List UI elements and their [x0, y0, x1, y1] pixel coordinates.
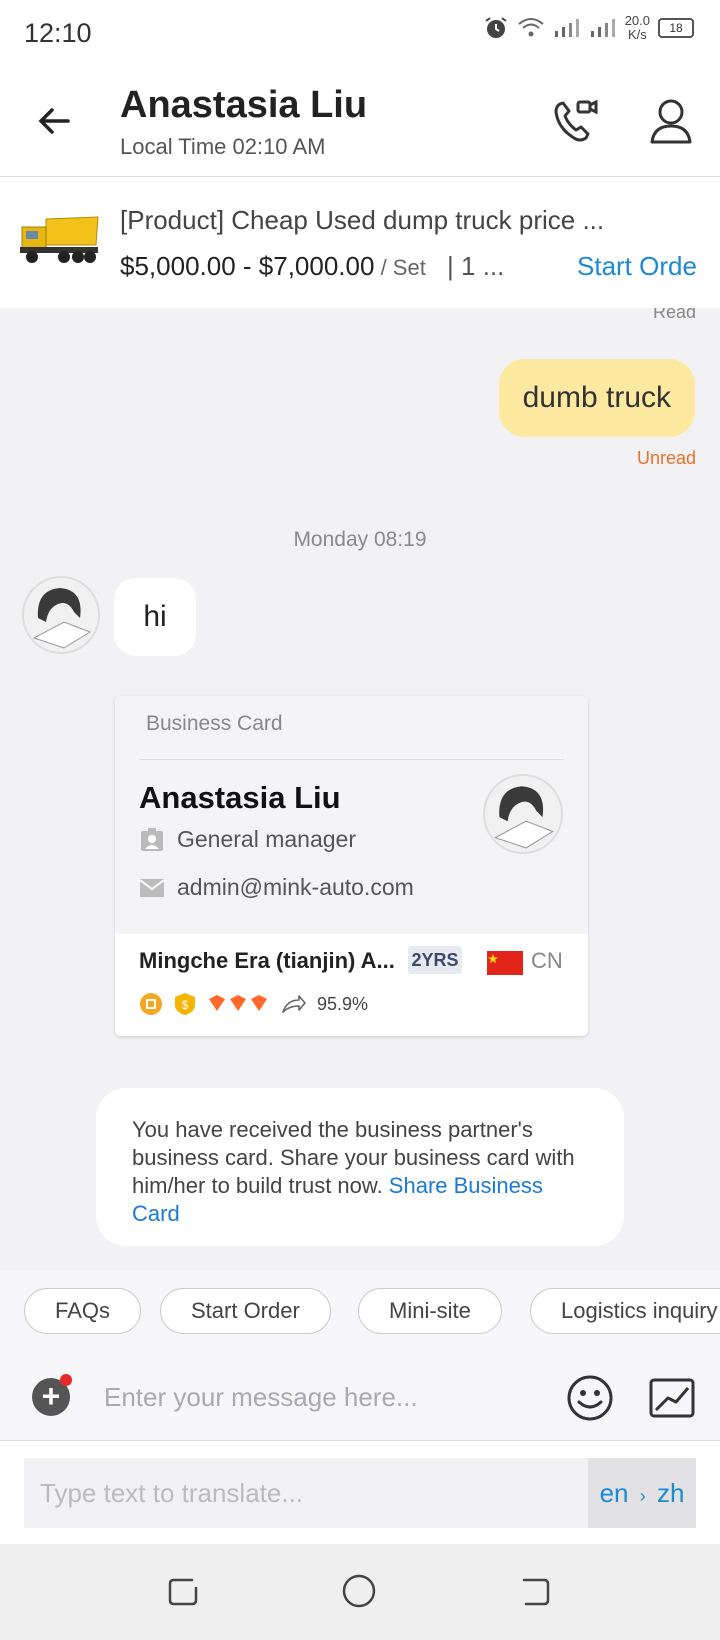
network-speed: 20.0 K/s — [625, 14, 650, 42]
china-flag-icon — [487, 951, 523, 975]
notice-text-container: You have received the business partner's… — [132, 1116, 592, 1228]
status-time: 12:10 — [24, 18, 92, 48]
message-composer: + — [0, 1350, 720, 1441]
profile-icon[interactable] — [644, 94, 698, 148]
language-selector[interactable]: en › zh — [588, 1458, 696, 1528]
read-status: Read — [652, 308, 696, 322]
notification-dot — [60, 1374, 72, 1386]
quick-replies-bar: FAQs Start Order Mini-site Logistics inq… — [0, 1270, 720, 1360]
speed-value: 20.0 — [624, 13, 650, 28]
speed-unit: K/s — [627, 27, 647, 42]
date-divider: Monday 08:19 — [293, 528, 427, 551]
divider — [139, 759, 564, 760]
alarm-icon — [485, 17, 507, 38]
contact-avatar[interactable] — [22, 576, 100, 654]
product-card[interactable]: [Product] Cheap Used dump truck price ..… — [0, 177, 720, 308]
supplier-badges: $ 95.9% — [139, 992, 368, 1016]
quick-reply-mini-site[interactable]: Mini-site — [358, 1288, 502, 1334]
back-arrow-icon[interactable] — [30, 96, 80, 146]
chat-area[interactable]: Read dumb truck Unread Monday 08:19 hi B… — [0, 308, 720, 1270]
chat-header: Anastasia Liu Local Time 02:10 AM — [0, 66, 720, 177]
wifi-icon — [518, 18, 544, 37]
quick-reply-logistics[interactable]: Logistics inquiry — [530, 1288, 720, 1334]
avatar-illustration — [24, 578, 98, 652]
truck-thumbnail — [20, 216, 99, 263]
country-code: CN — [531, 948, 563, 973]
trade-assurance-icon: $ — [175, 993, 195, 1015]
response-rate: 95.9% — [317, 993, 369, 1014]
contact-local-time: Local Time 02:10 AM — [120, 134, 326, 159]
business-card-heading: Business Card — [146, 712, 283, 735]
contact-name: Anastasia Liu — [120, 84, 368, 126]
unread-status: Unread — [636, 448, 696, 468]
years-badge: 2YRS — [408, 946, 462, 974]
video-call-icon[interactable] — [548, 94, 602, 148]
system-notice: You have received the business partner's… — [96, 1088, 624, 1246]
signal-icon — [554, 19, 579, 37]
chevron-right-icon: › — [639, 1486, 646, 1506]
business-card-email: admin@mink-auto.com — [177, 874, 414, 900]
business-card-title-row: General manager — [139, 826, 356, 853]
system-nav-bar — [0, 1544, 720, 1640]
business-card-title: General manager — [177, 826, 356, 852]
quick-reply-faqs[interactable]: FAQs — [24, 1288, 142, 1334]
status-icons: 20.0 K/s 18 — [483, 14, 694, 42]
mail-icon — [139, 878, 165, 897]
business-card-avatar — [483, 774, 563, 854]
svg-text:$: $ — [182, 998, 189, 1012]
status-bar: 12:10 20.0 K/s 18 — [0, 0, 720, 66]
translate-bar: en › zh — [0, 1441, 720, 1544]
business-card-name: Anastasia Liu — [139, 780, 341, 815]
image-icon[interactable] — [648, 1376, 696, 1420]
back-nav-icon[interactable] — [518, 1574, 552, 1608]
gold-supplier-icon — [140, 993, 162, 1015]
battery-icon: 18 — [658, 18, 694, 38]
product-price-row: $5,000.00 - $7,000.00 / Set | 1 ... — [120, 251, 504, 282]
avatar-illustration — [485, 776, 561, 852]
diamond-rating-icon — [209, 995, 267, 1011]
received-message-bubble[interactable]: hi — [114, 578, 196, 656]
sent-message-bubble[interactable]: dumb truck — [498, 359, 695, 437]
signal-icon-2 — [590, 19, 615, 37]
start-order-link[interactable]: Start Orde — [577, 251, 697, 282]
product-price: $5,000.00 - $7,000.00 — [120, 251, 375, 281]
translate-input[interactable] — [24, 1458, 588, 1528]
business-card[interactable]: Business Card Anastasia Liu General mana… — [115, 696, 588, 1036]
home-icon[interactable] — [340, 1572, 378, 1610]
recent-apps-icon[interactable] — [166, 1574, 200, 1608]
target-language: zh — [656, 1478, 685, 1508]
business-card-email-row: admin@mink-auto.com — [139, 874, 414, 901]
product-title: [Product] Cheap Used dump truck price ..… — [120, 205, 605, 235]
message-input[interactable] — [102, 1374, 526, 1420]
quick-reply-start-order[interactable]: Start Order — [160, 1288, 331, 1334]
business-card-company: Mingche Era (tianjin) A... — [139, 948, 395, 973]
badge-icon — [141, 827, 163, 851]
min-order: | 1 ... — [447, 251, 505, 281]
reply-rate-icon — [282, 995, 306, 1013]
product-unit: / Set — [374, 255, 426, 280]
emoji-icon[interactable] — [566, 1374, 614, 1422]
source-language: en — [599, 1478, 629, 1508]
